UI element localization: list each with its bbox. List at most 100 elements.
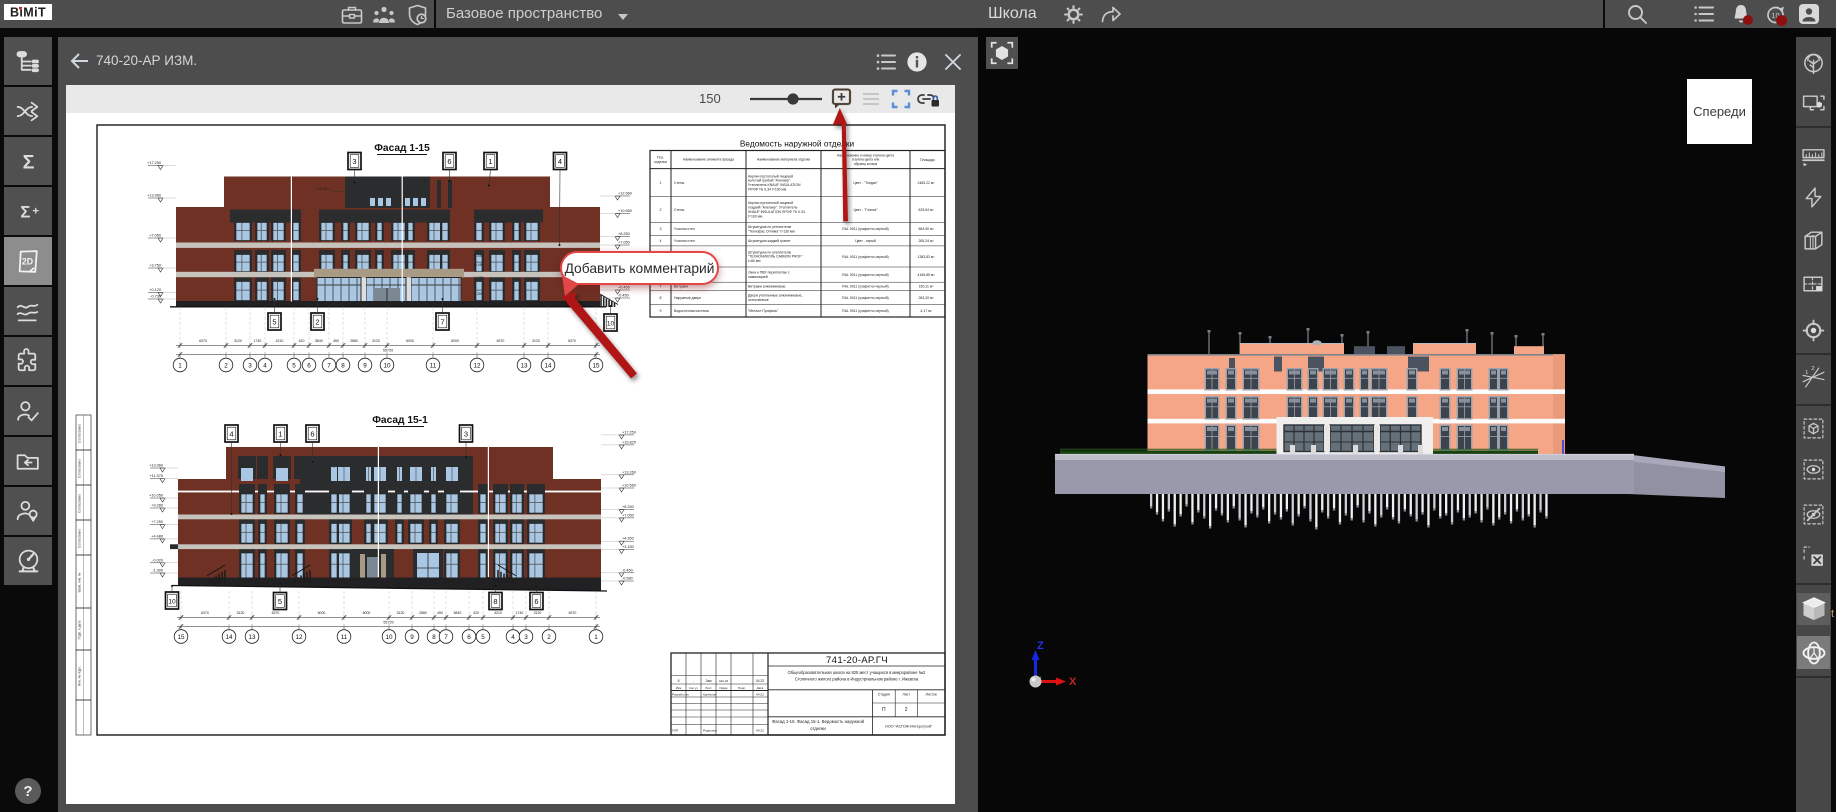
svg-text:RAL 9011 (графитно-черный): RAL 9011 (графитно-черный) bbox=[842, 255, 888, 259]
svg-text:+7.250: +7.250 bbox=[151, 520, 163, 524]
svg-text:Лист: Лист bbox=[902, 693, 910, 697]
svg-text:13: 13 bbox=[248, 634, 256, 641]
svg-text:Листов: Листов bbox=[925, 693, 937, 697]
svg-text:15: 15 bbox=[177, 634, 185, 641]
svg-text:"ТЕХНОНИКОЛЬ CARBON PROF": "ТЕХНОНИКОЛЬ CARBON PROF" bbox=[748, 255, 803, 259]
svg-text:12: 12 bbox=[473, 362, 481, 369]
svg-text:55720: 55720 bbox=[383, 349, 393, 353]
svg-text:-1.300: -1.300 bbox=[152, 569, 163, 573]
svg-text:Зам: Зам bbox=[705, 679, 712, 683]
svg-text:8: 8 bbox=[341, 362, 345, 369]
svg-text:5: 5 bbox=[678, 679, 680, 683]
svg-text:3120: 3120 bbox=[397, 611, 405, 615]
svg-text:3: 3 bbox=[352, 157, 356, 166]
svg-text:3120: 3120 bbox=[234, 339, 242, 343]
svg-text:+13.260: +13.260 bbox=[622, 470, 636, 474]
svg-text:7: 7 bbox=[327, 362, 331, 369]
svg-text:Утеплитель KNAUF INSULATION: Утеплитель KNAUF INSULATION bbox=[748, 183, 801, 187]
svg-text:1: 1 bbox=[178, 362, 182, 369]
svg-text:+15.825: +15.825 bbox=[622, 440, 636, 444]
svg-text:6370: 6370 bbox=[568, 339, 576, 343]
svg-text:Инв. № подл.: Инв. № подл. bbox=[78, 666, 82, 686]
svg-text:+15.360: +15.360 bbox=[315, 187, 328, 191]
svg-text:55720: 55720 bbox=[383, 621, 393, 625]
svg-text:RAL 9011 (графитно-черный): RAL 9011 (графитно-черный) bbox=[842, 273, 888, 277]
svg-text:5840: 5840 bbox=[315, 339, 323, 343]
svg-text:остекленные: остекленные bbox=[748, 298, 769, 302]
svg-text:+8.250: +8.250 bbox=[622, 505, 634, 509]
svg-text:2: 2 bbox=[547, 634, 551, 641]
svg-text:6000: 6000 bbox=[406, 339, 414, 343]
svg-text:2483,22 м²: 2483,22 м² bbox=[918, 181, 936, 185]
svg-text:колотый грубый "Альтаир": колотый грубый "Альтаир" bbox=[748, 179, 791, 183]
svg-text:6370: 6370 bbox=[272, 611, 280, 615]
svg-text:265,24 м²: 265,24 м² bbox=[919, 239, 935, 243]
svg-text:6: 6 bbox=[310, 430, 314, 439]
svg-text:10: 10 bbox=[168, 599, 176, 606]
svg-text:3120: 3120 bbox=[372, 339, 380, 343]
svg-text:3: 3 bbox=[524, 634, 528, 641]
svg-text:Цвет - серый: Цвет - серый bbox=[855, 239, 876, 243]
svg-text:684,90 м²: 684,90 м² bbox=[919, 227, 935, 231]
svg-text:04.22: 04.22 bbox=[756, 729, 764, 733]
svg-text:t=100 мм: t=100 мм bbox=[748, 214, 763, 218]
svg-text:741-20-АР.ГЧ: 741-20-АР.ГЧ bbox=[826, 655, 888, 666]
svg-text:1: 1 bbox=[594, 634, 598, 641]
svg-text:Цвет - "Глясса": Цвет - "Глясса" bbox=[853, 208, 878, 212]
svg-text:Согласовано: Согласовано bbox=[78, 424, 82, 443]
svg-text:6: 6 bbox=[447, 157, 451, 166]
svg-text:04.22: 04.22 bbox=[756, 679, 764, 683]
svg-text:420: 420 bbox=[473, 611, 479, 615]
svg-text:Общеобразовательная школа на 8: Общеобразовательная школа на 825 мест уч… bbox=[788, 670, 926, 675]
svg-text:04.22: 04.22 bbox=[756, 693, 764, 697]
svg-text:+7.050: +7.050 bbox=[622, 513, 634, 517]
svg-text:Σ: Σ bbox=[22, 151, 34, 173]
svg-text:5: 5 bbox=[481, 634, 485, 641]
svg-text:150,11 м²: 150,11 м² bbox=[919, 285, 935, 289]
svg-text:15: 15 bbox=[592, 362, 600, 369]
svg-text:+1.380: +1.380 bbox=[473, 276, 484, 280]
svg-text:2: 2 bbox=[905, 707, 908, 713]
svg-text:Согласовано: Согласовано bbox=[78, 529, 82, 548]
svg-text:+4.350: +4.350 bbox=[622, 537, 634, 541]
svg-text:+17.250: +17.250 bbox=[147, 161, 161, 165]
svg-text:450: 450 bbox=[437, 611, 443, 615]
svg-text:+10.950: +10.950 bbox=[618, 209, 632, 213]
svg-text:-: - bbox=[693, 679, 694, 683]
svg-text:RAL 9011 (графитно-черный): RAL 9011 (графитно-черный) bbox=[842, 309, 888, 313]
svg-text:2D: 2D bbox=[21, 256, 32, 266]
svg-text:2880: 2880 bbox=[419, 611, 427, 615]
svg-text:+7.050: +7.050 bbox=[149, 234, 161, 238]
svg-text:+0.450: +0.450 bbox=[618, 286, 630, 290]
svg-text:-0.730: -0.730 bbox=[150, 295, 161, 299]
svg-text:1: 1 bbox=[660, 181, 662, 185]
svg-text:6: 6 bbox=[467, 634, 471, 641]
svg-text:1: 1 bbox=[488, 157, 492, 166]
svg-text:Взам. инв. №: Взам. инв. № bbox=[78, 572, 82, 592]
svg-text:-0.450: -0.450 bbox=[618, 294, 629, 298]
svg-text:450: 450 bbox=[333, 339, 339, 343]
svg-text:-0.450: -0.450 bbox=[622, 568, 633, 572]
svg-text:Дата: Дата bbox=[757, 686, 764, 690]
svg-text:Площадь: Площадь bbox=[920, 158, 935, 162]
svg-text:3120: 3120 bbox=[534, 611, 542, 615]
svg-text:2: 2 bbox=[660, 208, 662, 212]
svg-text:Цвет - "Тондах": Цвет - "Тондах" bbox=[853, 181, 878, 185]
svg-text:Z: Z bbox=[1037, 640, 1044, 652]
svg-text:1383,83 м²: 1383,83 м² bbox=[918, 255, 936, 259]
svg-text:6370: 6370 bbox=[201, 611, 209, 615]
svg-text:№док: №док bbox=[720, 686, 729, 690]
svg-text:+10.050: +10.050 bbox=[149, 494, 163, 498]
svg-text:+3.150: +3.150 bbox=[622, 545, 634, 549]
svg-text:442-22: 442-22 bbox=[719, 679, 729, 683]
svg-text:KNAUF INSULATION ПРОФ ТБ 0.34: KNAUF INSULATION ПРОФ ТБ 0.34 bbox=[748, 210, 805, 214]
svg-text:+4.480: +4.480 bbox=[151, 534, 163, 538]
svg-text:+8.250: +8.250 bbox=[618, 232, 630, 236]
svg-text:Σ: Σ bbox=[20, 202, 30, 221]
svg-text:6370: 6370 bbox=[569, 611, 577, 615]
svg-text:+: + bbox=[32, 205, 39, 217]
svg-text:Ведомость наружной отделки: Ведомость наружной отделки bbox=[740, 139, 855, 149]
svg-text:4: 4 bbox=[229, 430, 233, 439]
svg-text:5: 5 bbox=[272, 318, 276, 327]
svg-text:14: 14 bbox=[225, 634, 233, 641]
